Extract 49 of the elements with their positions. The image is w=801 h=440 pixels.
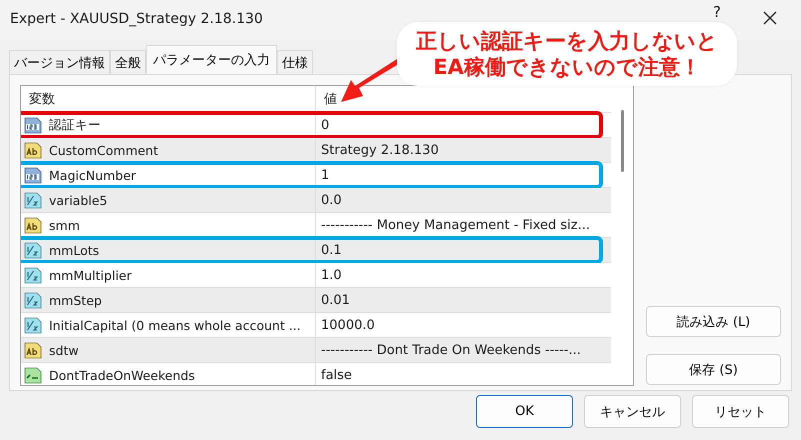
column-header: 値 bbox=[323, 91, 338, 109]
parameter-name: DontTradeOnWeekends bbox=[49, 368, 195, 382]
help-button[interactable]: ? bbox=[713, 3, 721, 21]
parameter-name: MagicNumber bbox=[49, 168, 136, 182]
column-header: 変数 bbox=[21, 86, 316, 112]
parameter-name: 認証キー bbox=[49, 116, 101, 134]
tab[interactable]: パラメーターの入力 bbox=[146, 45, 277, 74]
parameter-value[interactable]: 1.0 bbox=[321, 268, 342, 282]
text-type-icon bbox=[24, 216, 42, 234]
tab[interactable]: バージョン情報 bbox=[9, 50, 110, 74]
dialog-button[interactable]: OK bbox=[476, 395, 573, 428]
parameter-name: CustomComment bbox=[49, 142, 158, 158]
parameter-name: mmLots bbox=[49, 242, 100, 258]
number-type-icon bbox=[24, 291, 42, 309]
parameter-name: sdtw bbox=[49, 342, 79, 358]
number-type-icon bbox=[24, 116, 42, 134]
text-type-icon bbox=[24, 141, 42, 159]
window-title: Expert - XAUUSD_Strategy 2.18.130 bbox=[10, 11, 264, 27]
parameter-name: mmStep bbox=[49, 292, 102, 308]
parameter-value[interactable]: 0.1 bbox=[321, 242, 342, 258]
parameter-name: InitialCapital (0 means whole account ... bbox=[49, 318, 301, 332]
parameter-value[interactable]: ----------- Money Management - Fixed siz... bbox=[321, 218, 590, 232]
dialog-button[interactable]: キャンセル bbox=[584, 395, 681, 428]
parameter-value[interactable]: 0.01 bbox=[321, 292, 350, 308]
parameter-name: variable5 bbox=[49, 192, 108, 208]
text-type-icon bbox=[24, 341, 42, 359]
parameter-name: mmMultiplier bbox=[49, 268, 132, 282]
parameter-value[interactable]: Strategy 2.18.130 bbox=[321, 142, 439, 158]
number-type-icon bbox=[24, 241, 42, 259]
number-type-icon bbox=[24, 316, 42, 334]
side-button[interactable]: 読み込み (L) bbox=[646, 306, 781, 337]
side-button[interactable]: 保存 (S) bbox=[646, 354, 781, 385]
parameter-value[interactable]: 1 bbox=[321, 168, 330, 182]
close-icon[interactable] bbox=[763, 11, 777, 25]
number-type-icon bbox=[24, 166, 42, 184]
callout-note: 正しい認証キーを入力しないと EA稼働できないので注意！ bbox=[400, 25, 734, 83]
parameter-name: smm bbox=[49, 218, 80, 232]
number-type-icon bbox=[24, 266, 42, 284]
number-type-icon bbox=[24, 191, 42, 209]
dialog-button[interactable]: リセット bbox=[692, 395, 789, 428]
parameter-value[interactable]: 0.0 bbox=[321, 192, 342, 208]
scrollbar[interactable] bbox=[621, 110, 624, 172]
tab[interactable]: 仕様 bbox=[277, 50, 313, 74]
tab[interactable]: 全般 bbox=[110, 50, 146, 74]
boolean-type-icon bbox=[24, 366, 42, 384]
parameter-value[interactable]: ----------- Dont Trade On Weekends -----... bbox=[321, 342, 581, 358]
parameter-value[interactable]: false bbox=[321, 368, 352, 382]
parameter-value[interactable]: 10000.0 bbox=[321, 318, 375, 332]
parameter-value[interactable]: 0 bbox=[321, 118, 330, 132]
